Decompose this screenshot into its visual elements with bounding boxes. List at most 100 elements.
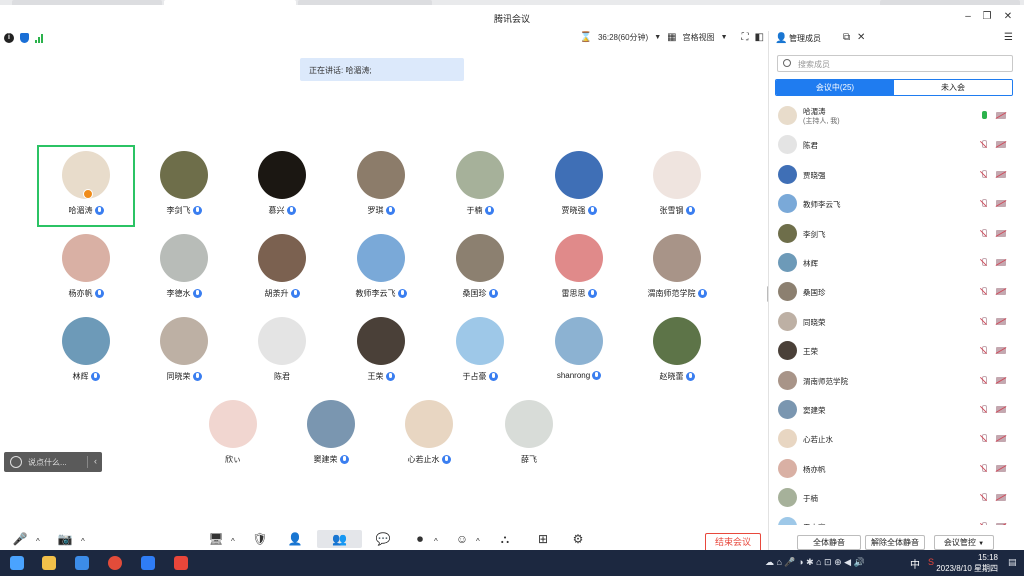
participant-tile[interactable]: 于占豪 [431,311,529,393]
participant-tile[interactable]: 慕兴 [233,145,331,227]
camera-off-icon[interactable] [996,170,1006,178]
camera-off-icon[interactable] [996,347,1006,355]
member-row[interactable]: 林辉 [769,248,1024,277]
chevron-up-icon[interactable]: ^ [36,537,40,546]
microphone-muted-icon[interactable] [980,493,987,503]
security-icon[interactable]: 🛡 [250,530,270,548]
microphone-muted-icon[interactable] [980,404,987,415]
member-search-input[interactable]: 搜索成员 [777,55,1013,72]
sogou-icon[interactable]: S [928,557,934,567]
camera-off-icon[interactable]: 📷 [56,530,74,548]
participant-tile[interactable]: 罗琪 [332,145,430,227]
mute-all-button[interactable]: 全体静音 [797,535,861,550]
meeting-control-button[interactable]: 会议管控 ▼ [934,535,994,550]
screen-share-icon[interactable]: 🖥 [206,530,226,548]
member-row[interactable]: 于楠 [769,483,1024,512]
participant-tile[interactable]: 雷思思 [530,228,628,310]
wps-icon[interactable] [174,556,188,570]
close-button[interactable]: ✕ [1001,11,1015,22]
microphone-on-icon[interactable] [980,111,987,121]
microphone-muted-icon[interactable] [980,257,987,268]
unmute-all-button[interactable]: 解除全体静音 [865,535,925,550]
member-row[interactable]: 杨亦帆 [769,454,1024,483]
member-row[interactable]: 教师李云飞 [769,189,1024,218]
camera-off-icon[interactable] [996,229,1006,237]
invite-icon[interactable]: 👤 [285,530,305,548]
participant-tile[interactable]: 胡荼升 [233,228,331,310]
microphone-muted-icon[interactable] [980,199,987,209]
microphone-muted-icon[interactable] [980,228,987,239]
member-row[interactable]: 王荣 [769,336,1024,365]
windows-start-icon[interactable] [10,556,24,570]
more-apps-icon[interactable]: ⊞ [533,530,553,548]
chevron-up-icon[interactable]: ^ [434,537,438,546]
collapse-chevron-icon[interactable]: ‹ [94,456,97,466]
member-row[interactable]: 于占豪 [769,512,1024,525]
apps-icon[interactable]: ⛬ [495,530,515,548]
camera-off-icon[interactable] [996,435,1006,443]
participant-tile[interactable]: 欣ぃ [184,394,282,476]
member-row[interactable]: 李剑飞 [769,219,1024,248]
emoji-icon[interactable] [10,456,22,468]
member-row[interactable]: 陈君 [769,130,1024,159]
participant-tile[interactable]: 杨亦帆 [37,228,135,310]
member-row[interactable]: 同晓荣 [769,307,1024,336]
member-row[interactable]: 渭南师范学院 [769,366,1024,395]
participants-icon[interactable]: 👥 [317,530,362,548]
microphone-muted-icon[interactable] [980,140,987,150]
tray-icons[interactable]: ☁ ⌂ 🎤 ◑ ✱ ⌂ ⊡ ⊕ ◀ 🔊 [765,557,865,568]
camera-off-icon[interactable] [996,317,1006,325]
participant-tile[interactable]: 林辉 [37,311,135,393]
participant-tile[interactable]: 渭南师范学院 [628,228,726,310]
camera-off-icon[interactable] [996,494,1006,502]
tab-not-joined[interactable]: 未入会 [894,80,1012,95]
participant-tile[interactable]: shanrong [530,311,628,393]
microphone-muted-icon[interactable] [980,522,987,525]
restore-button[interactable]: ❐ [980,11,994,22]
record-icon[interactable]: ⏺ [410,530,430,548]
minimize-button[interactable]: – [961,11,975,22]
microphone-muted-icon[interactable] [980,316,987,327]
participant-tile[interactable]: 于楠 [431,145,529,227]
microphone-muted-icon[interactable] [980,434,987,444]
member-row[interactable]: 哈湄涛 (主持人, 我) [769,101,1024,130]
chat-icon[interactable]: 💬 [373,530,393,548]
participant-tile[interactable]: 窦建荣 [282,394,380,476]
camera-off-icon[interactable] [996,258,1006,266]
participant-tile[interactable]: 王荣 [332,311,430,393]
participant-tile[interactable]: 心若止水 [380,394,478,476]
participant-tile[interactable]: 薛飞 [480,394,578,476]
chat-input[interactable]: 说点什么... ‹ [4,452,102,472]
chrome-icon[interactable] [108,556,122,570]
file-explorer-icon[interactable] [42,556,56,570]
microphone-icon[interactable]: 🎤 [12,530,28,548]
taskbar-clock[interactable]: 15:18 2023/8/10 星期四 [936,552,998,574]
settings-gear-icon[interactable]: ⚙ [568,530,588,548]
participant-tile[interactable]: 贾晓强 [530,145,628,227]
app-icon[interactable] [75,556,89,570]
participant-tile[interactable]: 同晓荣 [135,311,233,393]
camera-off-icon[interactable] [996,464,1006,472]
participant-tile[interactable]: 哈湄涛 [37,145,135,227]
camera-off-icon[interactable] [996,141,1006,149]
camera-off-icon[interactable] [996,200,1006,208]
chevron-up-icon[interactable]: ^ [476,537,480,546]
camera-off-icon[interactable] [996,523,1006,525]
menu-icon[interactable]: ☰ [1004,32,1013,43]
camera-off-icon[interactable] [996,376,1006,384]
chevron-up-icon[interactable]: ^ [231,537,235,546]
member-row[interactable]: 贾晓强 [769,160,1024,189]
tab-in-meeting[interactable]: 会议中(25) [776,80,894,95]
notification-icon[interactable]: ▤ [1008,557,1017,568]
participant-tile[interactable]: 李剑飞 [135,145,233,227]
tencent-meeting-icon[interactable] [141,556,155,570]
camera-off-icon[interactable] [996,288,1006,296]
participant-tile[interactable]: 陈君 [233,311,331,393]
participant-tile[interactable]: 桑国珍 [431,228,529,310]
close-panel-icon[interactable]: ✕ [857,32,865,43]
participant-tile[interactable]: 赵晓蕾 [628,311,726,393]
microphone-muted-icon[interactable] [980,463,987,474]
participant-tile[interactable]: 李德水 [135,228,233,310]
participant-tile[interactable]: 张雪钢 [628,145,726,227]
participant-tile[interactable]: 教师李云飞 [332,228,430,310]
